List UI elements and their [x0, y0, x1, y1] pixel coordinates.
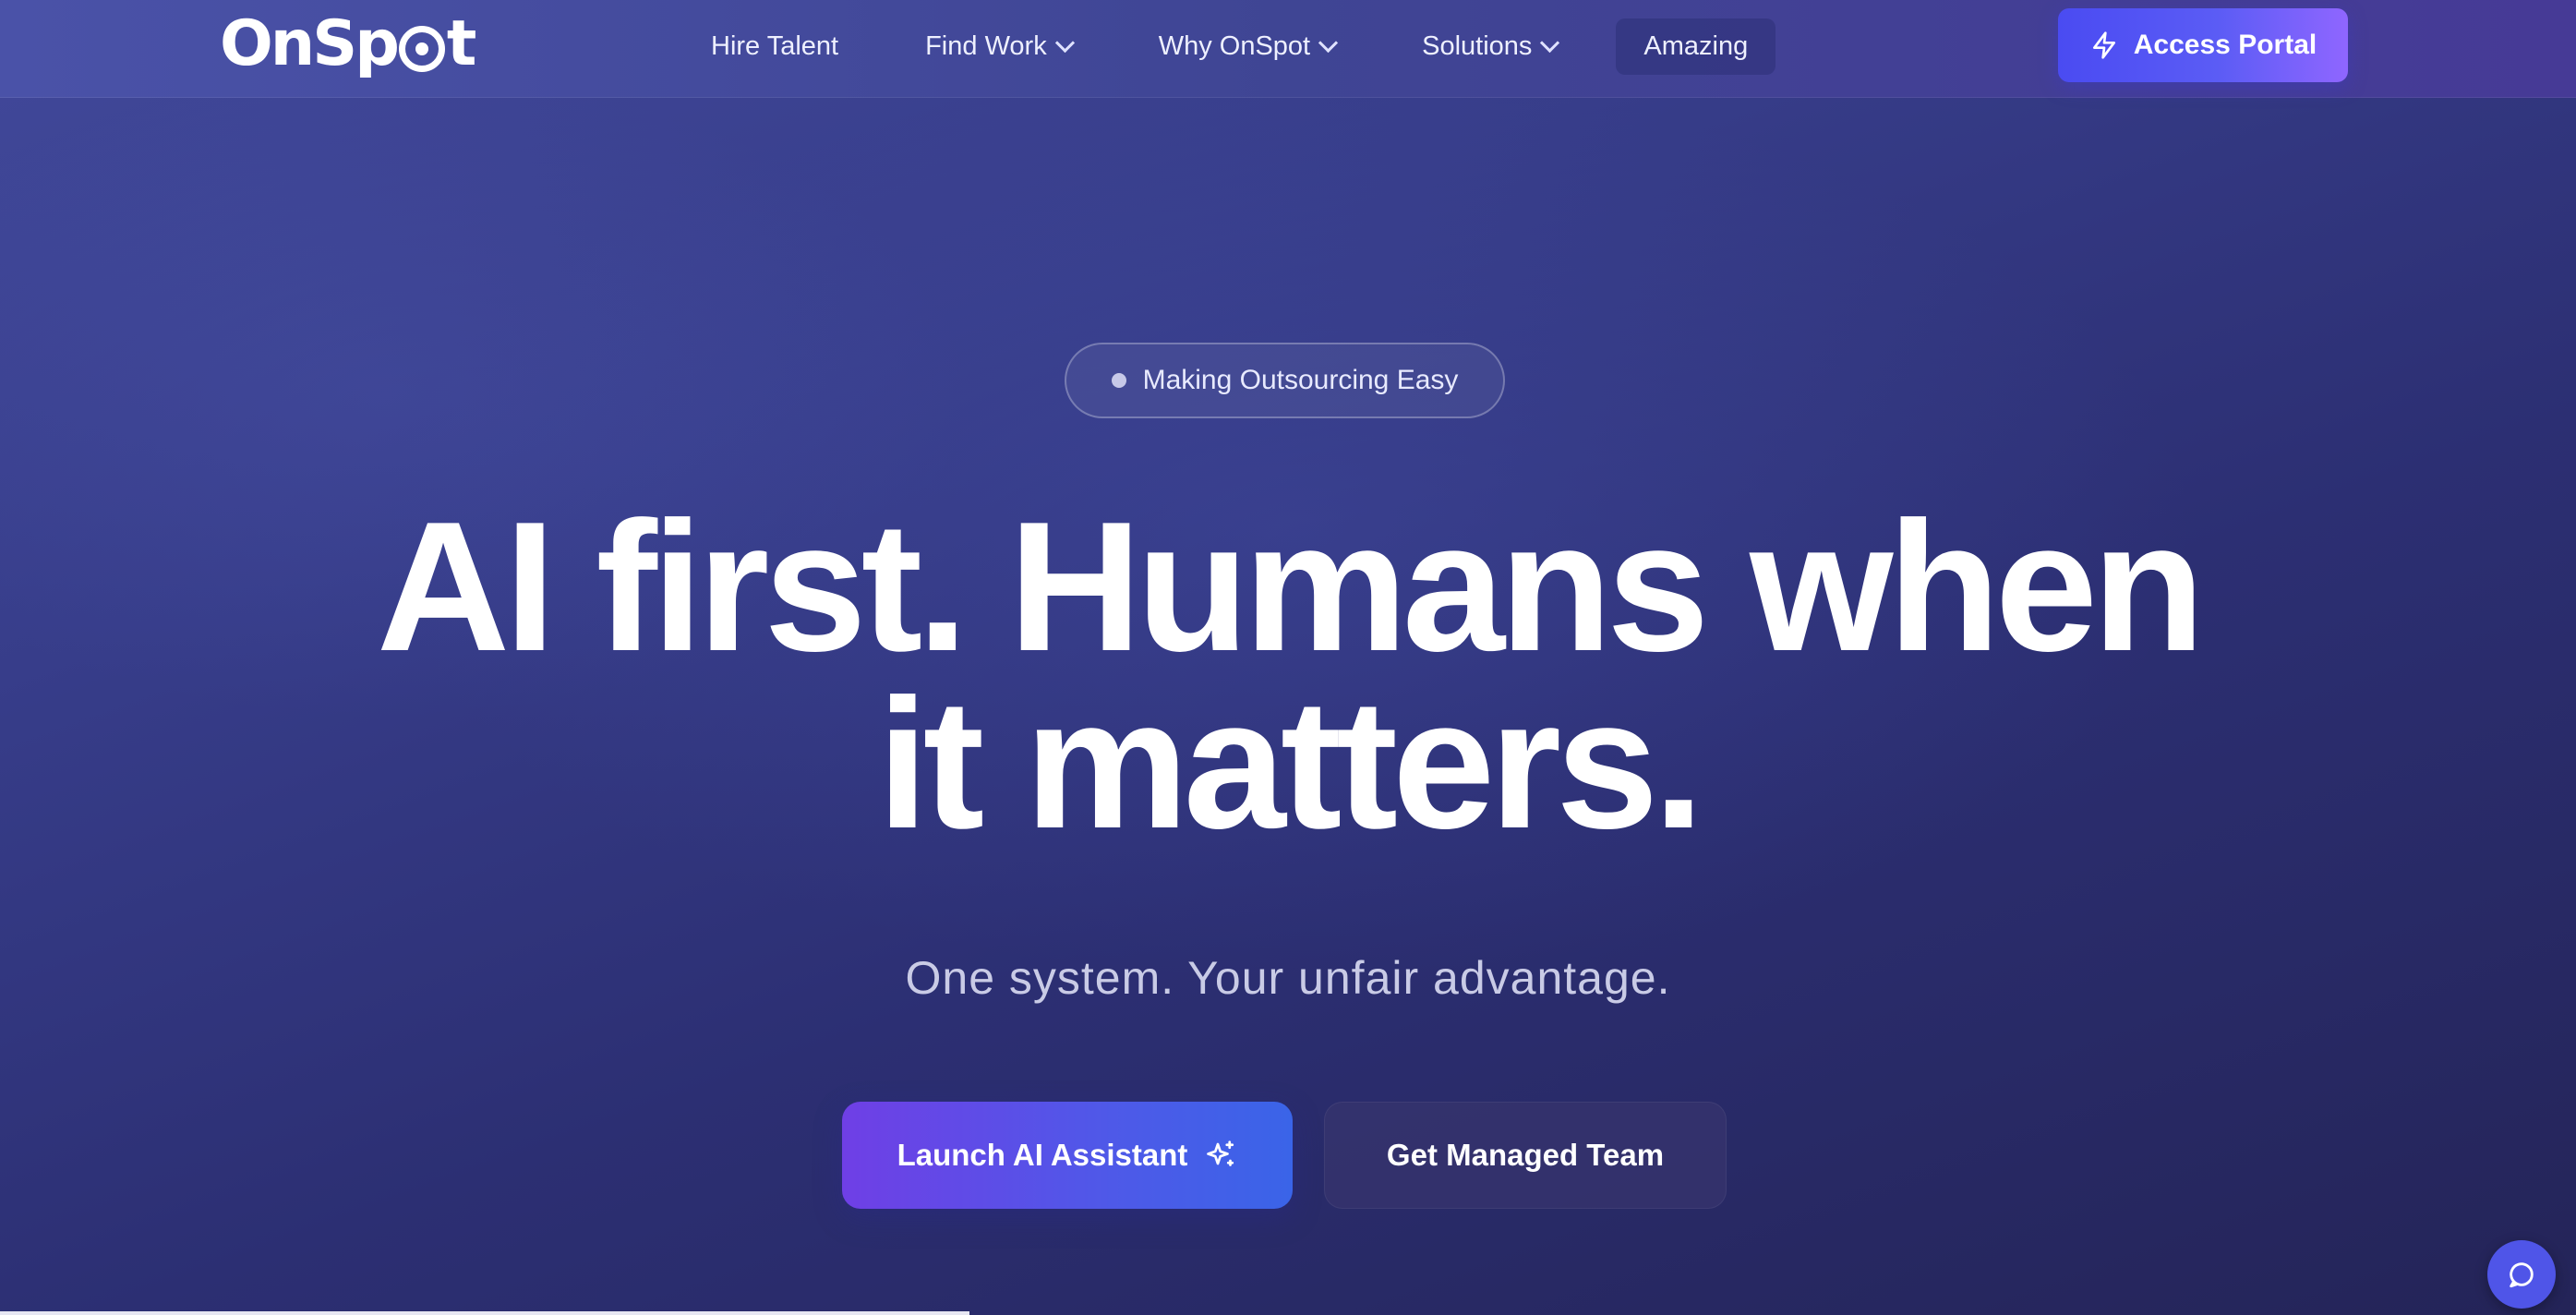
- lightning-icon: [2092, 31, 2115, 59]
- logo-text-sp: Sp: [312, 7, 400, 80]
- nav-item-label: Why OnSpot: [1158, 30, 1311, 61]
- hero-badge: Making Outsourcing Easy: [1065, 343, 1505, 418]
- launch-ai-assistant-button[interactable]: Launch AI Assistant: [842, 1102, 1293, 1209]
- logo-text-t: t: [446, 7, 476, 80]
- hero-headline-line-2: it matters.: [877, 661, 1704, 867]
- access-portal-button[interactable]: Access Portal: [2058, 8, 2348, 82]
- chat-widget-button[interactable]: [2487, 1240, 2556, 1309]
- hero-headline-line-1: AI first. Humans when: [376, 484, 2205, 690]
- nav-item-label: Solutions: [1422, 30, 1533, 61]
- launch-ai-assistant-label: Launch AI Assistant: [897, 1138, 1188, 1172]
- scroll-progress-bar: [0, 1311, 969, 1315]
- access-portal-label: Access Portal: [2133, 30, 2317, 60]
- chevron-down-icon: [1318, 32, 1339, 53]
- hero-badge-label: Making Outsourcing Easy: [1142, 365, 1459, 395]
- nav-item-label: Amazing: [1643, 30, 1749, 61]
- nav-item-solutions[interactable]: Solutions: [1394, 18, 1584, 75]
- get-managed-team-label: Get Managed Team: [1386, 1138, 1665, 1172]
- onspot-logo[interactable]: On Sp t: [220, 7, 476, 80]
- chevron-down-icon: [1054, 32, 1075, 53]
- hero-subheadline: One system. Your unfair advantage.: [905, 952, 1671, 1004]
- main-menu: Hire Talent Find Work Why OnSpot Solutio…: [683, 0, 1776, 92]
- status-dot-icon: [1111, 373, 1126, 388]
- nav-item-why-onspot[interactable]: Why OnSpot: [1131, 18, 1363, 75]
- target-icon: [398, 25, 445, 72]
- nav-item-label: Hire Talent: [711, 30, 839, 61]
- chat-bubble-icon: [2510, 1262, 2534, 1288]
- logo-text-on: On: [220, 7, 315, 80]
- chevron-down-icon: [1540, 32, 1560, 53]
- nav-item-find-work[interactable]: Find Work: [897, 18, 1100, 75]
- nav-item-label: Find Work: [925, 30, 1047, 61]
- nav-item-amazing[interactable]: Amazing: [1616, 18, 1776, 75]
- get-managed-team-button[interactable]: Get Managed Team: [1324, 1102, 1727, 1209]
- hero-headline: AI first. Humans when it matters.: [0, 495, 2576, 857]
- nav-item-hire-talent[interactable]: Hire Talent: [683, 18, 866, 75]
- top-navigation: On Sp t Hire Talent Find Work Why OnSpot…: [0, 0, 2576, 98]
- sparkles-icon: [1207, 1140, 1234, 1166]
